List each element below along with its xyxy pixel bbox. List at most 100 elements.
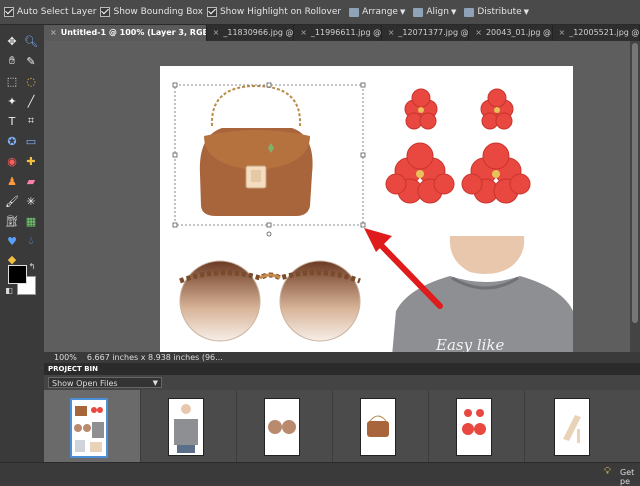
- status-bar: 100% 6.667 inches x 8.938 inches (96...: [44, 352, 640, 363]
- foreground-color-swatch[interactable]: [8, 265, 27, 284]
- bin-item-untitled-1[interactable]: [44, 390, 141, 462]
- document-tab-bar: ×Untitled-1 @ 100% (Layer 3, RGB/8) * ×_…: [44, 25, 640, 41]
- lasso-tool-icon[interactable]: ◌: [23, 73, 39, 89]
- type-tool-icon[interactable]: T: [4, 113, 20, 129]
- show-highlight-option[interactable]: Show Highlight on Rollover: [207, 7, 341, 17]
- canvas-artwork: Easy like: [160, 66, 573, 352]
- tab-label: Untitled-1 @ 100% (Layer 3, RGB/8) *: [61, 28, 207, 37]
- tab-untitled-1[interactable]: × Untitled-1 @ 100% (Layer 3, RGB/8) *: [44, 25, 207, 41]
- crop-tool-icon[interactable]: ⌗: [23, 113, 39, 129]
- distribute-dropdown[interactable]: Distribute ▼: [464, 7, 529, 17]
- move-tool-icon[interactable]: ✥: [4, 33, 20, 49]
- align-icon: [413, 8, 423, 17]
- red-eye-tool-icon[interactable]: ◉: [4, 153, 20, 169]
- close-icon[interactable]: ×: [388, 28, 395, 37]
- bin-item-sunglasses[interactable]: [236, 390, 333, 462]
- tab-12071377[interactable]: ×_12071377.jpg @...: [382, 25, 470, 41]
- cookie-cutter-tool-icon[interactable]: ✪: [4, 133, 20, 149]
- tab-label: _11830966.jpg @...: [223, 28, 294, 37]
- tab-11830966[interactable]: ×_11830966.jpg @...: [207, 25, 295, 41]
- show-bounding-checkbox[interactable]: [100, 7, 110, 17]
- document-canvas[interactable]: Easy like: [160, 66, 573, 352]
- align-label: Align: [426, 7, 449, 17]
- chevron-down-icon: ▼: [153, 378, 158, 389]
- chevron-down-icon: ▼: [451, 8, 456, 16]
- document-info: 6.667 inches x 8.938 inches (96...: [87, 353, 223, 362]
- handbag-image[interactable]: [200, 86, 313, 216]
- bottom-bar: 💡︎ Get pe: [0, 462, 640, 483]
- blur-tool-icon[interactable]: 💧︎: [23, 233, 39, 249]
- canvas-area[interactable]: Easy like: [44, 41, 630, 352]
- auto-select-layer-option[interactable]: Auto Select Layer: [4, 7, 96, 17]
- bin-item-tshirt[interactable]: [140, 390, 237, 462]
- bin-item-sandals[interactable]: [524, 390, 640, 462]
- lightbulb-icon: 💡︎: [604, 466, 611, 477]
- magic-wand-tool-icon[interactable]: ✦: [4, 93, 20, 109]
- eyedropper-tool-icon[interactable]: ✎: [23, 53, 39, 69]
- shirt-print-text: Easy like: [435, 336, 505, 352]
- project-bin: [44, 390, 640, 462]
- zoom-level: 100%: [54, 353, 77, 362]
- arrange-icon: [349, 8, 359, 17]
- gradient-tool-icon[interactable]: ▦: [23, 213, 39, 229]
- swap-colors-icon[interactable]: ↰: [27, 261, 37, 271]
- clone-stamp-tool-icon[interactable]: ♟: [4, 173, 20, 189]
- hand-tool-icon[interactable]: ✋︎: [4, 53, 20, 69]
- auto-select-checkbox[interactable]: [4, 7, 14, 17]
- distribute-icon: [464, 8, 474, 17]
- brush-tool-icon[interactable]: 🖌︎: [4, 193, 20, 209]
- tab-label: _12071377.jpg @...: [398, 28, 469, 37]
- tab-11996611[interactable]: × _11996611.jpg @...: [294, 25, 382, 41]
- auto-select-label: Auto Select Layer: [17, 7, 96, 17]
- show-open-files-dropdown[interactable]: Show Open Files ▼: [48, 377, 162, 388]
- show-highlight-label: Show Highlight on Rollover: [220, 7, 341, 17]
- earrings-image[interactable]: [386, 89, 530, 203]
- thumbnail: [554, 398, 590, 456]
- sunglasses-image[interactable]: [180, 261, 360, 341]
- show-bounding-box-option[interactable]: Show Bounding Box: [100, 7, 202, 17]
- thumbnail: [456, 398, 492, 456]
- straighten-tool-icon[interactable]: ▭: [23, 133, 39, 149]
- arrange-label: Arrange: [362, 7, 398, 17]
- dropdown-label: Show Open Files: [52, 379, 118, 388]
- paint-bucket-tool-icon[interactable]: ⛽︎: [4, 213, 20, 229]
- tab-label: 20043_01.jpg @...: [486, 28, 553, 37]
- distribute-label: Distribute: [477, 7, 521, 17]
- thumbnail: [70, 398, 108, 458]
- show-highlight-checkbox[interactable]: [207, 7, 217, 17]
- tab-label: _11996611.jpg @...: [311, 28, 382, 37]
- arrange-dropdown[interactable]: Arrange ▼: [349, 7, 405, 17]
- selection-brush-tool-icon[interactable]: ╱: [23, 93, 39, 109]
- close-icon[interactable]: ×: [50, 28, 57, 37]
- healing-brush-tool-icon[interactable]: ✚: [23, 153, 39, 169]
- red-arrow-annotation: [364, 228, 440, 306]
- default-colors-icon[interactable]: ◧: [4, 285, 14, 295]
- eraser-tool-icon[interactable]: ▰: [23, 173, 39, 189]
- thumbnail: [264, 398, 300, 456]
- hint-text[interactable]: Get pe: [620, 468, 640, 486]
- close-icon[interactable]: ×: [559, 28, 566, 37]
- toolbox-footer: [0, 380, 44, 462]
- thumbnail: [360, 398, 396, 456]
- tab-20043-01[interactable]: × 20043_01.jpg @...: [469, 25, 552, 41]
- align-dropdown[interactable]: Align ▼: [413, 7, 456, 17]
- bin-item-handbag[interactable]: [332, 390, 429, 462]
- close-icon[interactable]: ×: [300, 28, 307, 37]
- close-icon[interactable]: ×: [475, 28, 482, 37]
- zoom-tool-icon[interactable]: 🔍︎: [23, 33, 39, 49]
- thumbnail: [168, 398, 204, 456]
- close-icon[interactable]: ×: [213, 28, 220, 37]
- scrollbar-thumb[interactable]: [632, 43, 638, 323]
- tab-12005521[interactable]: ×_12005521.jpg @...: [553, 25, 640, 41]
- chevron-down-icon: ▼: [400, 8, 405, 16]
- toolbox: ✥ 🔍︎ ✋︎ ✎ ⬚ ◌ ✦ ╱ T ⌗ ✪ ▭ ◉ ✚ ♟ ▰ 🖌︎ ✳ ⛽…: [0, 25, 45, 380]
- project-bin-header[interactable]: PROJECT BIN: [44, 363, 640, 375]
- tshirt-model-image[interactable]: Easy like: [392, 236, 573, 352]
- impressionist-brush-tool-icon[interactable]: ✳: [23, 193, 39, 209]
- vertical-scrollbar[interactable]: [630, 41, 640, 352]
- marquee-tool-icon[interactable]: ⬚: [4, 73, 20, 89]
- bin-item-earrings[interactable]: [428, 390, 525, 462]
- show-bounding-label: Show Bounding Box: [113, 7, 202, 17]
- tab-label: _12005521.jpg @...: [569, 28, 640, 37]
- project-bin-toolbar: Show Open Files ▼: [44, 375, 640, 390]
